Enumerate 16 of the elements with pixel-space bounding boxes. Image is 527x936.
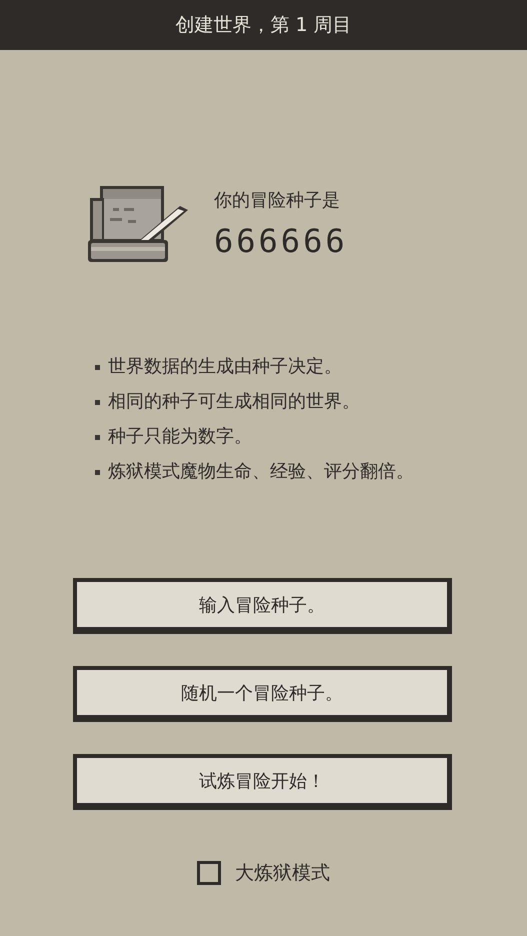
screen-title: 创建世界，第 1 周目: [175, 13, 352, 38]
bullet-icon: [95, 400, 100, 404]
menu-button[interactable]: 随机一个冒险种子。: [73, 666, 452, 722]
menu-button[interactable]: 试炼冒险开始！: [73, 754, 452, 810]
note-text: 炼狱模式魔物生命、经验、评分翻倍。: [108, 461, 414, 483]
bullet-icon: [95, 470, 100, 474]
seed-label: 你的冒险种子是: [214, 189, 341, 212]
checkbox-label: 大炼狱模式: [235, 861, 330, 886]
note-text: 世界数据的生成由种子决定。: [108, 356, 342, 378]
note-text: 相同的种子可生成相同的世界。: [108, 391, 360, 413]
bullet-icon: [95, 364, 100, 370]
checkbox[interactable]: [197, 861, 221, 885]
menu-button[interactable]: 输入冒险种子。: [73, 578, 452, 634]
seed-value: 666666: [214, 222, 348, 260]
bullet-icon: [95, 434, 100, 440]
note-text: 种子只能为数字。: [108, 426, 252, 448]
